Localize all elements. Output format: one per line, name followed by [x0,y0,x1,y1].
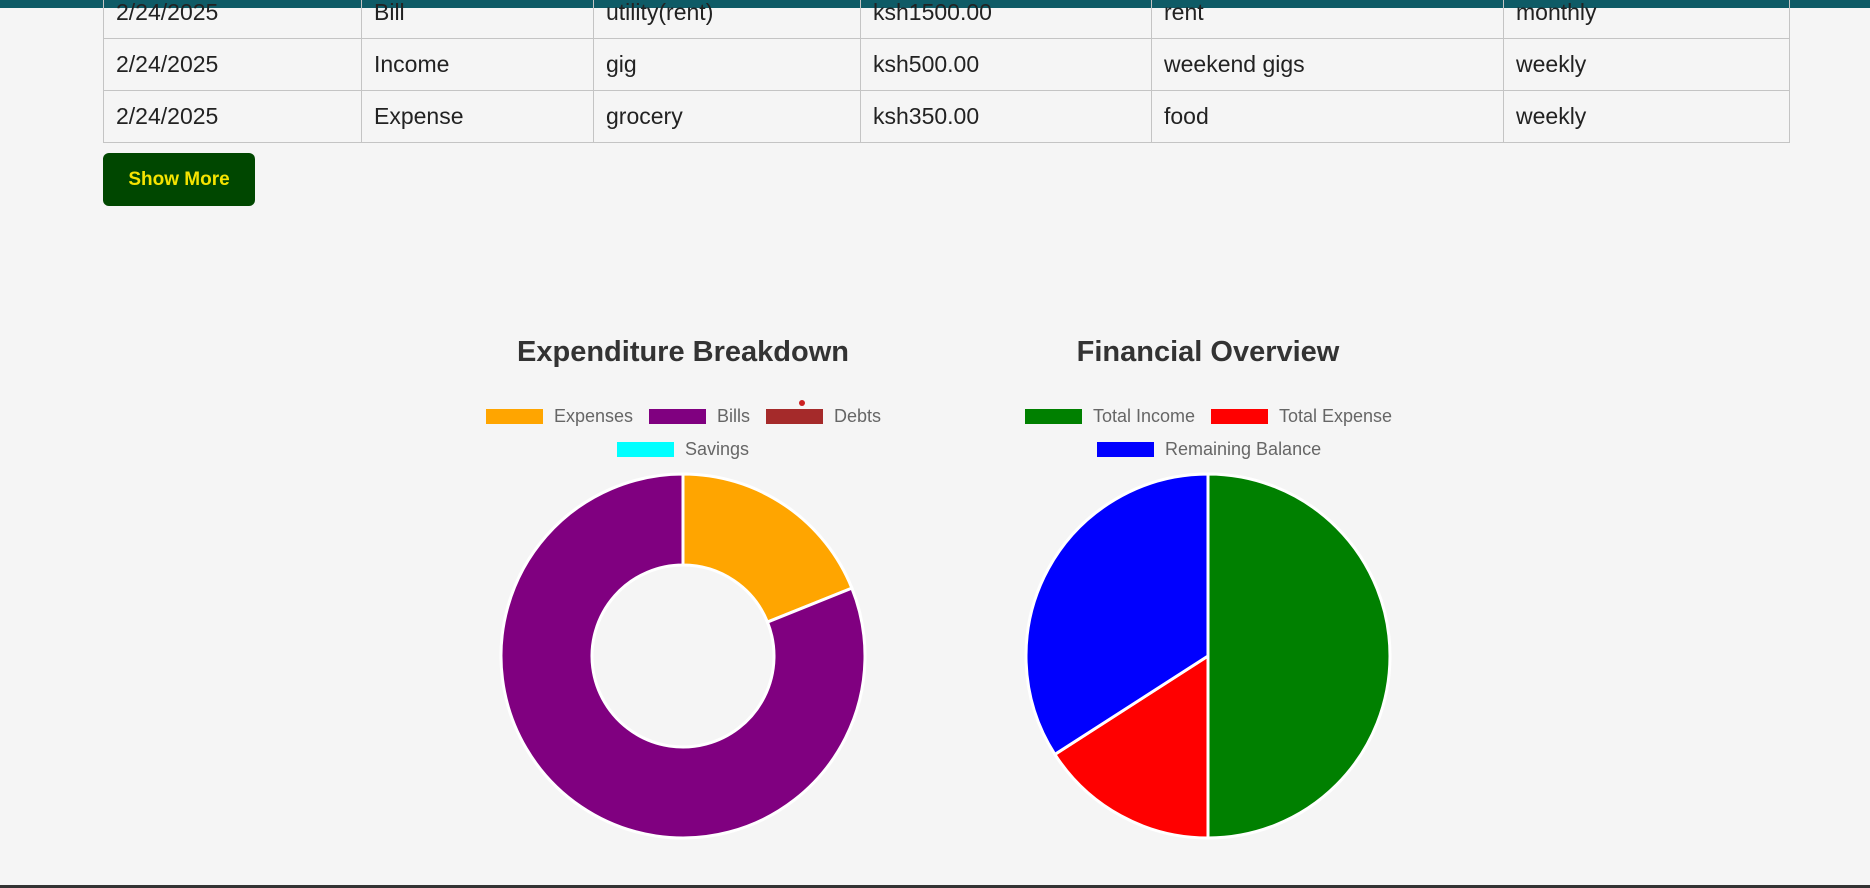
category-cell: gig [593,38,861,91]
type-cell: Expense [361,90,594,143]
legend-label: Expenses [554,406,634,426]
legend-item-bills[interactable]: Bills [649,406,750,427]
table-row: 2/24/2025 Bill utility(rent) ksh1500.00 … [103,0,1790,39]
slice-total-income[interactable] [1206,472,1392,840]
legend-item-expenses[interactable]: Expenses [486,406,633,427]
legend-swatch-expenses [486,409,543,424]
table-row: 2/24/2025 Income gig ksh500.00 weekend g… [103,38,1790,91]
frequency-cell: monthly [1503,0,1790,39]
expenditure-chart-title: Expenditure Breakdown [517,336,849,368]
legend-item-remaining-balance[interactable]: Remaining Balance [1097,439,1321,460]
legend-swatch-savings [617,442,674,457]
legend-item-total-income[interactable]: Total Income [1025,406,1195,427]
overview-pie-chart [1024,472,1392,840]
legend-swatch-remaining-balance [1097,442,1154,457]
legend-label: Total Expense [1279,406,1393,426]
stray-dot [799,400,805,406]
date-cell: 2/24/2025 [103,38,362,91]
overview-chart-title: Financial Overview [1076,336,1340,368]
legend-item-debts[interactable]: Debts [766,406,881,427]
legend-swatch-total-income [1025,409,1082,424]
expenditure-doughnut-chart [499,472,867,840]
legend-label: Bills [717,406,751,426]
legend-item-total-expense[interactable]: Total Expense [1211,406,1392,427]
legend-swatch-bills [649,409,706,424]
legend-swatch-debts [766,409,823,424]
legend-swatch-total-expense [1211,409,1268,424]
amount-cell: ksh500.00 [860,38,1152,91]
date-cell: 2/24/2025 [103,90,362,143]
type-cell: Bill [361,0,594,39]
frequency-cell: weekly [1503,38,1790,91]
amount-cell: ksh1500.00 [860,0,1152,39]
description-cell: rent [1151,0,1504,39]
amount-cell: ksh350.00 [860,90,1152,143]
category-cell: grocery [593,90,861,143]
legend-label: Total Income [1093,406,1196,426]
transactions-table: 2/24/2025 Bill utility(rent) ksh1500.00 … [103,0,1790,143]
date-cell: 2/24/2025 [103,0,362,39]
category-cell: utility(rent) [593,0,861,39]
show-more-button[interactable]: Show More [103,153,255,206]
frequency-cell: weekly [1503,90,1790,143]
legend-item-savings[interactable]: Savings [617,439,749,460]
type-cell: Income [361,38,594,91]
description-cell: weekend gigs [1151,38,1504,91]
table-row: 2/24/2025 Expense grocery ksh350.00 food… [103,90,1790,143]
legend-label: Savings [685,439,750,459]
description-cell: food [1151,90,1504,143]
legend-label: Debts [834,406,882,426]
legend-label: Remaining Balance [1165,439,1322,459]
